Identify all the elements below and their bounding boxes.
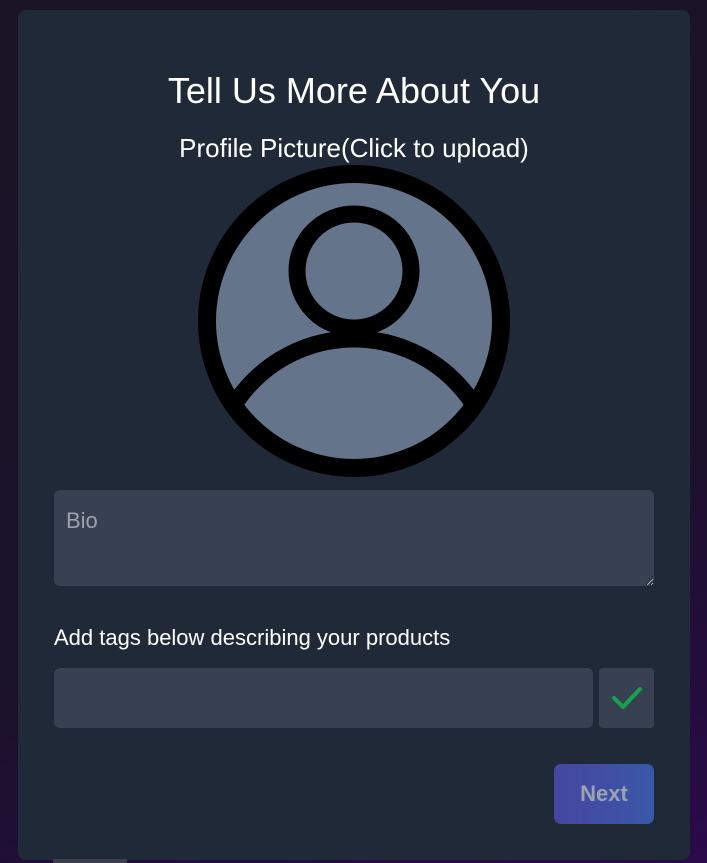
- profile-picture-label: Profile Picture(Click to upload): [179, 133, 529, 163]
- add-tag-button[interactable]: [599, 668, 654, 728]
- tag-input[interactable]: [54, 668, 593, 728]
- bio-textarea[interactable]: [54, 490, 654, 586]
- page-title: Tell Us More About You: [167, 70, 541, 111]
- onboarding-card: Tell Us More About You Profile Picture(C…: [18, 10, 690, 860]
- profile-picture-upload[interactable]: [198, 165, 510, 477]
- checkmark-icon: [611, 687, 642, 709]
- next-button[interactable]: Next: [554, 764, 654, 824]
- bottom-edge-element: [53, 859, 127, 863]
- tags-label: Add tags below describing your products: [54, 625, 451, 650]
